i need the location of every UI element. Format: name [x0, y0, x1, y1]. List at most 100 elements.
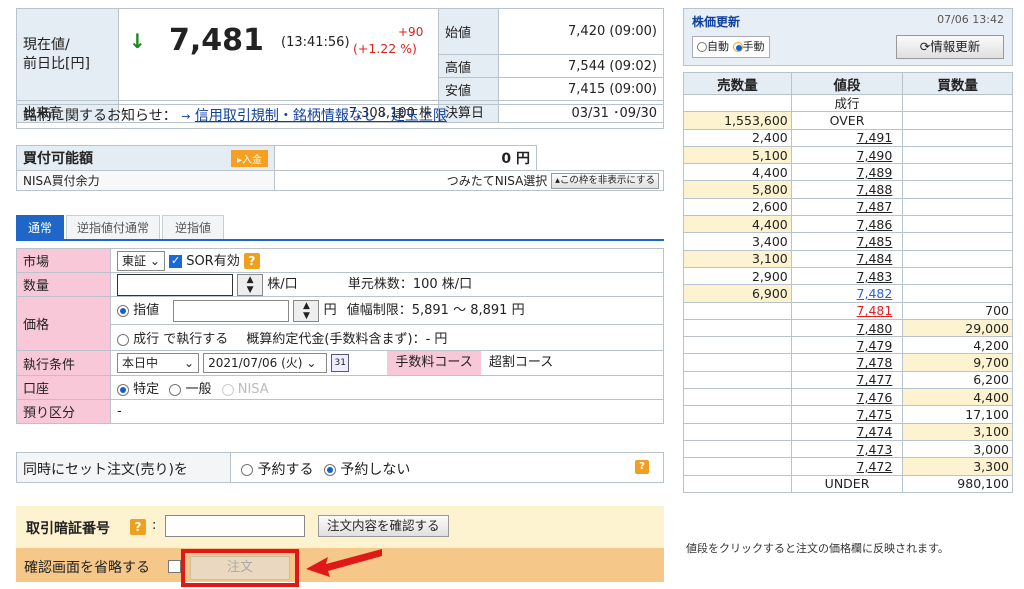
price-level[interactable]: 7,485: [790, 232, 904, 251]
sell-qty: [683, 336, 792, 355]
price-change: +90: [398, 25, 424, 39]
confirm-order-button[interactable]: 注文内容を確認する: [318, 515, 449, 537]
limit-label: 指値: [133, 303, 160, 319]
sor-checkbox[interactable]: [169, 254, 183, 268]
specific-account-radio[interactable]: [117, 383, 129, 396]
price-level[interactable]: 7,484: [790, 249, 904, 268]
auto-radio[interactable]: [697, 42, 707, 52]
high-value: 7,544 (09:02): [498, 54, 664, 78]
table-row: 7,474 3,100: [683, 422, 1013, 441]
price-level[interactable]: 7,477: [790, 370, 904, 390]
help-icon[interactable]: ?: [130, 519, 146, 535]
price-level[interactable]: 7,491: [790, 128, 904, 147]
no-reserve-label: 予約しない: [340, 462, 411, 478]
tab-normal[interactable]: 通常: [16, 215, 64, 239]
skip-confirm-label: 確認画面を省略する: [24, 560, 150, 576]
arrow-right-icon: →: [181, 110, 191, 123]
buy-qty: [902, 197, 1013, 217]
nisa-account-label: NISA: [237, 382, 269, 397]
date-select[interactable]: 2021/07/06 (火) ⌄: [203, 352, 328, 373]
skip-confirm-checkbox[interactable]: [168, 560, 181, 573]
manual-label: 手動: [742, 40, 765, 53]
buying-power-table: 買付可能額 ▸入金 0 円 NISA買付余力 つみたてNISA選択 ▴この枠を非…: [16, 145, 664, 191]
price-level[interactable]: 7,483: [790, 266, 904, 286]
table-row: 7,472 3,300: [683, 457, 1013, 476]
general-account-radio[interactable]: [169, 383, 182, 396]
no-reserve-radio[interactable]: [323, 464, 336, 476]
order-button[interactable]: 注文: [190, 556, 290, 580]
reserve-label: 予約する: [257, 462, 314, 478]
board-title: 株価更新: [692, 15, 741, 29]
help-icon[interactable]: ?: [243, 252, 260, 269]
manual-radio[interactable]: [732, 42, 743, 52]
refresh-icon: ⟳: [919, 39, 931, 54]
sell-qty: 2,400: [683, 128, 792, 147]
price-time: (13:41:56): [281, 35, 350, 50]
notice-link[interactable]: 信用取引規制・銘柄情報なし・建玉上限: [195, 108, 447, 124]
price-level[interactable]: 7,481: [790, 301, 904, 320]
price-level[interactable]: 7,482: [790, 284, 904, 303]
price-level[interactable]: 7,479: [790, 336, 904, 355]
buying-power-amount: 0 円: [274, 145, 537, 171]
qty-unit: 株/口: [267, 277, 298, 293]
price-level[interactable]: 7,473: [790, 439, 904, 459]
price-level[interactable]: 7,478: [790, 353, 904, 372]
quantity-input[interactable]: [117, 273, 233, 296]
auto-label: 自動: [707, 40, 729, 53]
price-level: 成行: [790, 93, 904, 113]
limit-radio[interactable]: [117, 304, 129, 317]
general-account-label: 一般: [185, 382, 212, 397]
pin-input[interactable]: [165, 515, 305, 537]
price-level[interactable]: 7,476: [790, 388, 904, 407]
price-stepper[interactable]: ▲ ▼: [293, 299, 320, 322]
sell-qty: 3,100: [683, 249, 792, 268]
deposit-type-value: -: [110, 399, 664, 424]
hide-frame-button[interactable]: ▴この枠を非表示にする: [551, 173, 659, 190]
order-book-body: 成行 1,553,600 OVER 2,400 7,491 5,100 7,490 4,400…: [683, 93, 1013, 493]
market-label: 市場: [16, 248, 111, 273]
buy-qty: [902, 266, 1013, 286]
market-order-label: 成行 で執行する: [133, 332, 229, 347]
table-row: 2,600 7,487: [683, 197, 1013, 217]
price-level[interactable]: 7,489: [790, 163, 904, 182]
price-level[interactable]: 7,472: [790, 457, 904, 476]
deposit-type-label: 預り区分: [16, 399, 111, 424]
price-level[interactable]: 7,474: [790, 422, 904, 441]
refresh-button[interactable]: ⟳情報更新: [896, 35, 1004, 59]
price-level[interactable]: 7,486: [790, 215, 904, 234]
notice-label: 銘柄に関するお知らせ：: [23, 108, 177, 124]
quantity-stepper[interactable]: ▲ ▼: [237, 273, 264, 296]
price-input[interactable]: [173, 299, 290, 322]
table-row: 7,477 6,200: [683, 370, 1013, 390]
buying-power-label-cell: 買付可能額 ▸入金: [16, 145, 275, 171]
calendar-icon[interactable]: 31: [331, 353, 350, 372]
board-footnote: 値段をクリックすると注文の価格欄に反映されます。: [686, 542, 949, 555]
table-row: 2,400 7,491: [683, 128, 1013, 147]
estimate-label: 概算約定代金(手数料含まず)：- 円: [246, 332, 448, 347]
price-range: 値幅制限：5,891 〜 8,891 円: [346, 303, 525, 319]
condition-select[interactable]: 本日中 ⌄: [117, 352, 199, 373]
chevron-down-icon: ⌄: [149, 254, 160, 269]
price-level[interactable]: 7,490: [790, 145, 904, 165]
market-order-radio[interactable]: [117, 333, 129, 346]
update-mode-toggle: 自動 手動: [692, 36, 770, 58]
deposit-button[interactable]: ▸入金: [230, 150, 268, 167]
price-level[interactable]: 7,488: [790, 180, 904, 199]
market-select[interactable]: 東証 ⌄: [117, 251, 165, 272]
buy-qty: [902, 128, 1013, 147]
chevron-down-icon: ⌄: [183, 355, 194, 370]
tab-stop-normal[interactable]: 逆指値付通常: [66, 215, 160, 239]
price-level[interactable]: 7,487: [790, 197, 904, 217]
condition-label: 執行条件: [16, 350, 111, 376]
price-level[interactable]: 7,475: [790, 405, 904, 424]
board-timestamp: 07/06 13:42: [937, 13, 1004, 26]
table-row: 7,476 4,400: [683, 388, 1013, 407]
tab-stop[interactable]: 逆指値: [162, 215, 224, 239]
current-price: 7,481: [169, 23, 264, 58]
reserve-radio[interactable]: [241, 464, 253, 476]
tab-underline: [16, 239, 664, 241]
price-level[interactable]: 7,480: [790, 318, 904, 338]
help-icon[interactable]: ?: [635, 460, 649, 474]
specific-account-label: 特定: [133, 382, 160, 397]
yen-unit: 円: [323, 303, 337, 319]
